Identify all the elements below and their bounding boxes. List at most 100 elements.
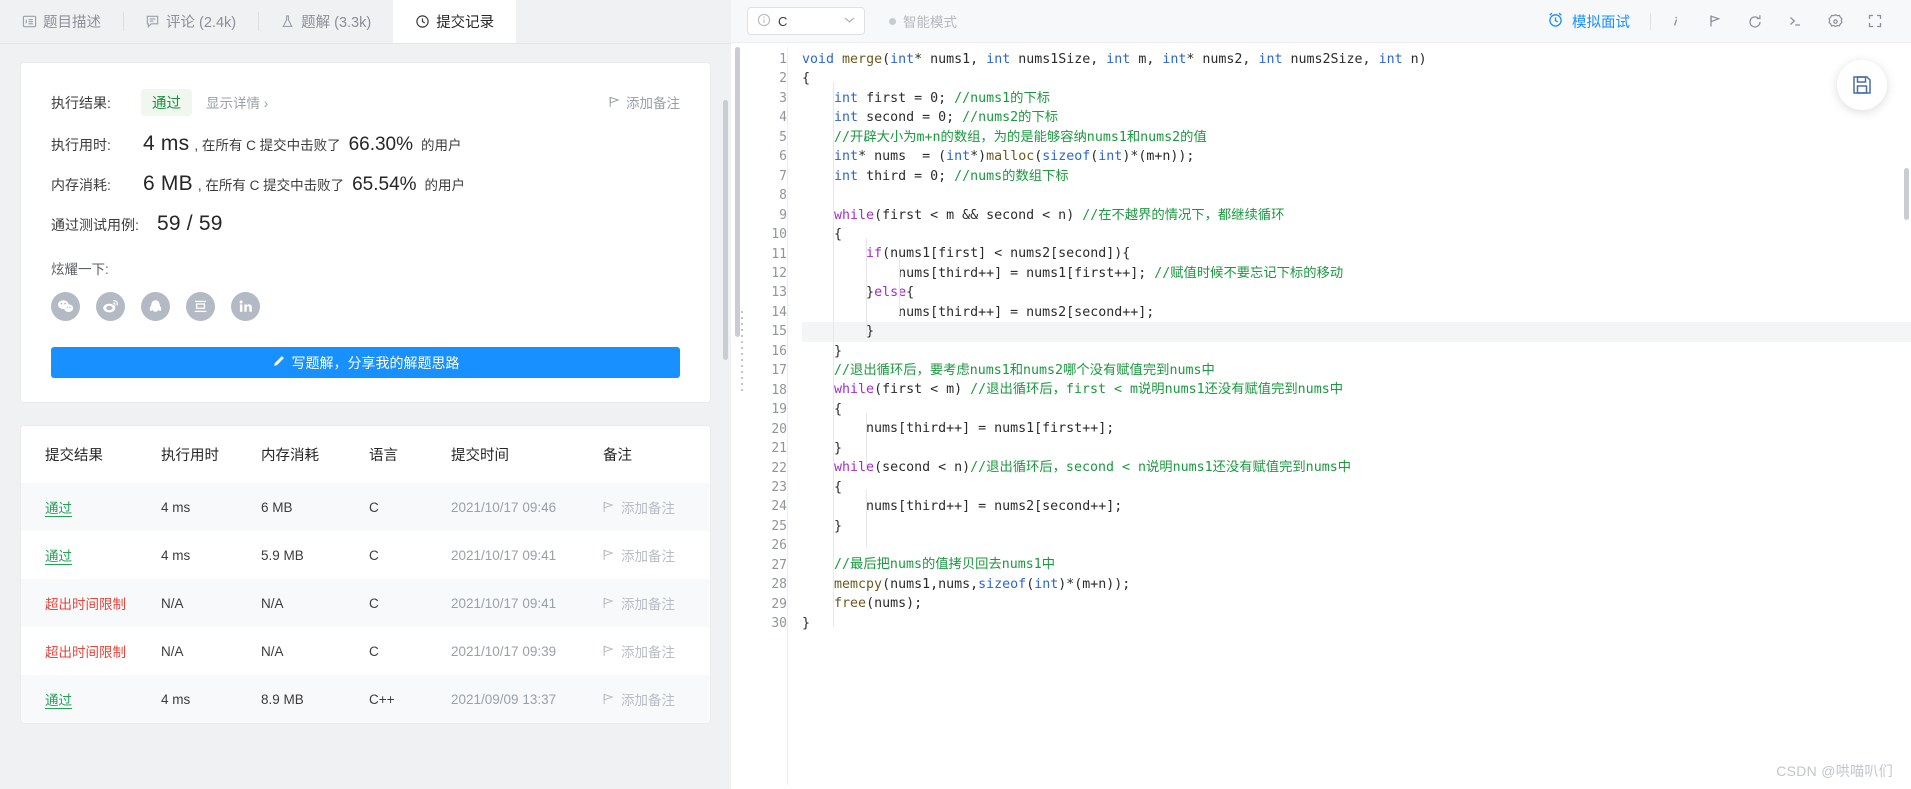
right-panel: C 智能模式 模拟面试 1 2 3 4 5 6 7 8 9 10 11 12 1… xyxy=(731,0,1911,789)
add-note-button[interactable]: 添加备注 xyxy=(609,92,680,112)
th-note: 备注 xyxy=(603,426,710,483)
flag-icon xyxy=(603,693,614,705)
code-content[interactable]: void merge(int* nums1, int nums1Size, in… xyxy=(788,43,1911,789)
toolbar-divider xyxy=(1650,12,1651,30)
mock-interview-button[interactable]: 模拟面试 xyxy=(1547,11,1646,32)
flag-icon xyxy=(603,549,614,561)
row-memory: 5.9 MB xyxy=(261,547,304,563)
smart-mode-label: 智能模式 xyxy=(903,15,957,30)
row-add-note[interactable]: 添加备注 xyxy=(603,593,710,613)
flag-icon xyxy=(603,645,614,657)
row-language: C xyxy=(369,595,379,611)
write-solution-label: 写题解，分享我的解题思路 xyxy=(291,354,460,371)
share-label: 炫耀一下: xyxy=(51,262,109,277)
share-icon-list xyxy=(51,292,680,321)
row-add-note-label: 添加备注 xyxy=(621,501,675,516)
result-card: 执行结果: 通过 显示详情 › 添加备注 执行用时: 4 ms , 在所有 C … xyxy=(20,62,711,403)
editor-toolbar: C 智能模式 模拟面试 xyxy=(731,0,1911,43)
row-add-note[interactable]: 添加备注 xyxy=(603,641,710,661)
tab-comments[interactable]: 评论 (2.4k) xyxy=(123,0,258,43)
smart-mode-toggle[interactable]: 智能模式 xyxy=(889,11,957,31)
pencil-icon xyxy=(272,355,285,371)
reset-icon[interactable] xyxy=(1735,4,1775,38)
testcase-label: 通过测试用例: xyxy=(51,217,139,233)
weibo-icon[interactable] xyxy=(96,292,125,321)
row-memory: 6 MB xyxy=(261,499,293,515)
settings-icon[interactable] xyxy=(1815,4,1855,38)
info-icon[interactable] xyxy=(1655,4,1695,38)
row-runtime: 4 ms xyxy=(161,499,191,515)
row-runtime: 4 ms xyxy=(161,547,191,563)
row-language: C xyxy=(369,547,379,563)
th-time: 提交时间 xyxy=(451,426,603,483)
qq-icon[interactable] xyxy=(141,292,170,321)
save-button[interactable] xyxy=(1837,60,1887,110)
submissions-table: 提交结果 执行用时 内存消耗 语言 提交时间 备注 通过 4 ms 6 MB C… xyxy=(21,426,710,723)
fullscreen-icon[interactable] xyxy=(1855,4,1895,38)
row-runtime: N/A xyxy=(161,595,184,611)
memory-suffix: 的用户 xyxy=(424,178,466,193)
tab-description[interactable]: 题目描述 xyxy=(0,0,123,43)
editor-scrollbar-thumb[interactable] xyxy=(735,47,740,337)
flag-icon xyxy=(603,597,614,609)
row-language: C xyxy=(369,499,379,515)
row-runtime: N/A xyxy=(161,643,184,659)
table-body: 通过 4 ms 6 MB C 2021/10/17 09:46 添加备注 通过 … xyxy=(21,483,710,723)
table-row[interactable]: 通过 4 ms 6 MB C 2021/10/17 09:46 添加备注 xyxy=(21,483,710,531)
row-status[interactable]: 通过 xyxy=(45,501,72,517)
row-memory: N/A xyxy=(261,643,284,659)
mock-interview-label: 模拟面试 xyxy=(1572,14,1630,31)
runtime-middle-text: , 在所有 C 提交中击败了 xyxy=(194,138,341,153)
submissions-table-card: 提交结果 执行用时 内存消耗 语言 提交时间 备注 通过 4 ms 6 MB C… xyxy=(20,425,711,724)
editor-toolbar-right: 模拟面试 xyxy=(1547,4,1895,38)
douban-icon[interactable] xyxy=(186,292,215,321)
row-language: C++ xyxy=(369,691,395,707)
console-icon[interactable] xyxy=(1775,4,1815,38)
row-runtime: 4 ms xyxy=(161,691,191,707)
th-runtime: 执行用时 xyxy=(161,426,261,483)
table-row[interactable]: 通过 4 ms 5.9 MB C 2021/10/17 09:41 添加备注 xyxy=(21,531,710,579)
memory-value: 6 MB xyxy=(143,172,193,195)
table-row[interactable]: 超出时间限制 N/A N/A C 2021/10/17 09:41 添加备注 xyxy=(21,579,710,627)
left-scrollbar-thumb[interactable] xyxy=(723,100,728,360)
language-select[interactable]: C xyxy=(747,7,865,35)
linkedin-icon[interactable] xyxy=(231,292,260,321)
tab-solutions[interactable]: 题解 (3.3k) xyxy=(258,0,393,43)
table-head: 提交结果 执行用时 内存消耗 语言 提交时间 备注 xyxy=(21,426,710,483)
memory-label: 内存消耗: xyxy=(51,177,111,193)
table-row[interactable]: 超出时间限制 N/A N/A C 2021/10/17 09:39 添加备注 xyxy=(21,627,710,675)
row-add-note[interactable]: 添加备注 xyxy=(603,689,710,709)
row-add-note-label: 添加备注 xyxy=(621,693,675,708)
table-row[interactable]: 通过 4 ms 8.9 MB C++ 2021/09/09 13:37 添加备注 xyxy=(21,675,710,723)
memory-percentile: 65.54% xyxy=(352,174,417,195)
exec-result-row: 执行结果: 通过 显示详情 › 添加备注 xyxy=(51,89,680,116)
runtime-percentile: 66.30% xyxy=(348,134,414,155)
runtime-value: 4 ms xyxy=(143,132,190,155)
row-add-note[interactable]: 添加备注 xyxy=(603,545,710,565)
row-status[interactable]: 超出时间限制 xyxy=(45,597,126,612)
fold-gutter xyxy=(731,43,753,789)
th-language: 语言 xyxy=(369,426,451,483)
row-status[interactable]: 通过 xyxy=(45,693,72,709)
info-circle-icon xyxy=(757,13,771,30)
row-add-note-label: 添加备注 xyxy=(621,549,675,564)
comment-icon xyxy=(145,14,160,29)
tab-submissions[interactable]: 提交记录 xyxy=(393,0,517,43)
row-language: C xyxy=(369,643,379,659)
row-status[interactable]: 超出时间限制 xyxy=(45,645,126,660)
chevron-down-icon xyxy=(844,15,855,27)
code-editor[interactable]: 1 2 3 4 5 6 7 8 9 10 11 12 13 14 15 16 17 18 19 20 21 22 23 24 2… xyxy=(731,43,1911,789)
row-add-note[interactable]: 添加备注 xyxy=(603,497,710,517)
left-content-scroll[interactable]: 执行结果: 通过 显示详情 › 添加备注 执行用时: 4 ms , 在所有 C … xyxy=(0,44,731,789)
flag-icon xyxy=(603,501,614,513)
th-memory: 内存消耗 xyxy=(261,426,369,483)
leetcode-submission-page: 题目描述 评论 (2.4k) 题解 (3.3k) 提交记录 执行结果: 通过 显… xyxy=(0,0,1911,789)
write-solution-button[interactable]: 写题解，分享我的解题思路 xyxy=(51,347,680,378)
row-status[interactable]: 通过 xyxy=(45,549,72,565)
show-detail-link[interactable]: 显示详情 › xyxy=(206,92,268,112)
vertical-scrollbar-thumb[interactable] xyxy=(1904,168,1909,220)
flag-icon[interactable] xyxy=(1695,4,1735,38)
wechat-icon[interactable] xyxy=(51,292,80,321)
table-header-row: 提交结果 执行用时 内存消耗 语言 提交时间 备注 xyxy=(21,426,710,483)
watermark: CSDN @哄喵叭们 xyxy=(1776,763,1893,779)
